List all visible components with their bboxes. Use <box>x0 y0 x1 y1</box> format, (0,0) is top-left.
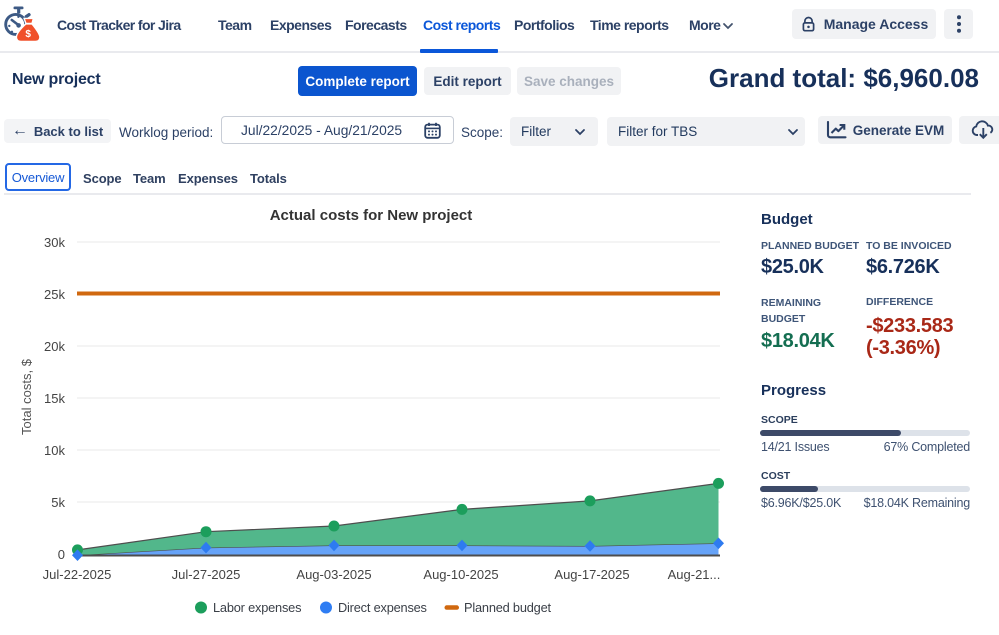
svg-text:Labor expenses: Labor expenses <box>213 600 301 615</box>
svg-text:Planned budget: Planned budget <box>464 600 552 615</box>
svg-text:Aug-03-2025: Aug-03-2025 <box>296 567 371 582</box>
svg-text:20k: 20k <box>44 339 65 354</box>
svg-text:5k: 5k <box>51 495 65 510</box>
svg-text:Aug-17-2025: Aug-17-2025 <box>554 567 629 582</box>
svg-text:10k: 10k <box>44 443 65 458</box>
svg-text:25k: 25k <box>44 287 65 302</box>
svg-text:15k: 15k <box>44 391 65 406</box>
svg-text:Jul-27-2025: Jul-27-2025 <box>172 567 241 582</box>
svg-text:Aug-21...: Aug-21... <box>668 567 721 582</box>
svg-text:0: 0 <box>58 547 65 562</box>
svg-text:Aug-10-2025: Aug-10-2025 <box>423 567 498 582</box>
svg-text:Direct expenses: Direct expenses <box>338 600 427 615</box>
svg-text:30k: 30k <box>44 235 65 250</box>
svg-text:Total costs, $: Total costs, $ <box>19 358 34 435</box>
svg-text:$: $ <box>25 29 31 40</box>
svg-text:Actual costs for New project: Actual costs for New project <box>270 207 473 224</box>
svg-text:Jul-22-2025: Jul-22-2025 <box>43 567 112 582</box>
